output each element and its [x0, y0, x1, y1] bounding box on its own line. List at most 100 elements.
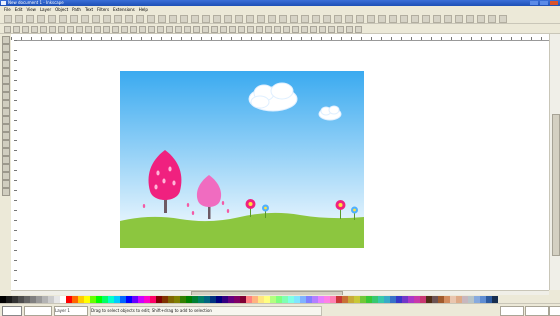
toolbar-button[interactable] [455, 15, 463, 23]
menu-item-object[interactable]: Object [55, 6, 68, 13]
toolbar-button[interactable] [367, 15, 375, 23]
menu-item-layer[interactable]: Layer [40, 6, 51, 13]
tool-control[interactable] [58, 26, 65, 33]
tool-control[interactable] [292, 26, 299, 33]
tool-control[interactable] [40, 26, 47, 33]
minimize-button[interactable] [530, 1, 538, 5]
toolbar-button[interactable] [246, 15, 254, 23]
tool-control[interactable] [49, 26, 56, 33]
tool-control[interactable] [85, 26, 92, 33]
tool-control[interactable] [184, 26, 191, 33]
toolbar-button[interactable] [499, 15, 507, 23]
tool-control[interactable] [310, 26, 317, 33]
tool-control[interactable] [31, 26, 38, 33]
toolbar-button[interactable] [103, 15, 111, 23]
toolbar-button[interactable] [345, 15, 353, 23]
tool-control[interactable] [220, 26, 227, 33]
toolbar-button[interactable] [70, 15, 78, 23]
tool-button[interactable] [2, 132, 10, 140]
toolbar-button[interactable] [268, 15, 276, 23]
tool-control[interactable] [13, 26, 20, 33]
toolbar-button[interactable] [213, 15, 221, 23]
tool-control[interactable] [283, 26, 290, 33]
tool-control[interactable] [112, 26, 119, 33]
menu-item-filters[interactable]: Filters [97, 6, 109, 13]
toolbar-button[interactable] [290, 15, 298, 23]
tool-button[interactable] [2, 100, 10, 108]
toolbar-button[interactable] [202, 15, 210, 23]
toolbar-button[interactable] [37, 15, 45, 23]
toolbar-button[interactable] [147, 15, 155, 23]
tool-control[interactable] [319, 26, 326, 33]
menu-item-file[interactable]: File [4, 6, 11, 13]
toolbar-button[interactable] [180, 15, 188, 23]
tool-control[interactable] [193, 26, 200, 33]
toolbar-button[interactable] [312, 15, 320, 23]
maximize-button[interactable] [540, 1, 548, 5]
toolbar-button[interactable] [301, 15, 309, 23]
toolbar-button[interactable] [48, 15, 56, 23]
toolbar-button[interactable] [59, 15, 67, 23]
tool-button[interactable] [2, 92, 10, 100]
tool-button[interactable] [2, 156, 10, 164]
toolbar-button[interactable] [81, 15, 89, 23]
tool-button[interactable] [2, 172, 10, 180]
tool-control[interactable] [166, 26, 173, 33]
tool-button[interactable] [2, 108, 10, 116]
tool-button[interactable] [2, 84, 10, 92]
color-swatch[interactable] [492, 296, 498, 303]
toolbar-button[interactable] [114, 15, 122, 23]
tool-control[interactable] [274, 26, 281, 33]
toolbar-button[interactable] [4, 15, 12, 23]
toolbar-button[interactable] [323, 15, 331, 23]
toolbar-button[interactable] [26, 15, 34, 23]
toolbar-button[interactable] [257, 15, 265, 23]
tool-control[interactable] [175, 26, 182, 33]
tool-control[interactable] [229, 26, 236, 33]
tool-button[interactable] [2, 68, 10, 76]
tool-control[interactable] [76, 26, 83, 33]
artwork[interactable] [120, 71, 364, 248]
toolbar-button[interactable] [356, 15, 364, 23]
tool-control[interactable] [139, 26, 146, 33]
tool-button[interactable] [2, 188, 10, 196]
toolbar-button[interactable] [411, 15, 419, 23]
tool-control[interactable] [355, 26, 362, 33]
grass-ground[interactable] [120, 212, 364, 248]
tool-control[interactable] [67, 26, 74, 33]
menu-item-text[interactable]: Text [85, 6, 93, 13]
tool-control[interactable] [130, 26, 137, 33]
tool-control[interactable] [121, 26, 128, 33]
menu-item-path[interactable]: Path [72, 6, 81, 13]
toolbar-button[interactable] [444, 15, 452, 23]
tool-button[interactable] [2, 60, 10, 68]
menu-item-extensions[interactable]: Extensions [113, 6, 135, 13]
tool-control[interactable] [337, 26, 344, 33]
tool-button[interactable] [2, 76, 10, 84]
toolbar-button[interactable] [92, 15, 100, 23]
toolbar-button[interactable] [235, 15, 243, 23]
toolbar-button[interactable] [400, 15, 408, 23]
toolbar-button[interactable] [136, 15, 144, 23]
toolbar-button[interactable] [477, 15, 485, 23]
tool-control[interactable] [148, 26, 155, 33]
tool-button[interactable] [2, 180, 10, 188]
toolbar-button[interactable] [224, 15, 232, 23]
tool-control[interactable] [22, 26, 29, 33]
tool-button[interactable] [2, 116, 10, 124]
tool-button[interactable] [2, 44, 10, 52]
tool-control[interactable] [157, 26, 164, 33]
tool-control[interactable] [4, 26, 11, 33]
tool-button[interactable] [2, 36, 10, 44]
tool-control[interactable] [265, 26, 272, 33]
tool-button[interactable] [2, 148, 10, 156]
tool-control[interactable] [202, 26, 209, 33]
menu-item-view[interactable]: View [26, 6, 36, 13]
tool-control[interactable] [328, 26, 335, 33]
menu-item-help[interactable]: Help [139, 6, 148, 13]
tool-control[interactable] [238, 26, 245, 33]
menu-item-edit[interactable]: Edit [15, 6, 23, 13]
horizontal-ruler[interactable] [11, 34, 549, 41]
tool-button[interactable] [2, 124, 10, 132]
cloud-small[interactable] [318, 105, 342, 121]
